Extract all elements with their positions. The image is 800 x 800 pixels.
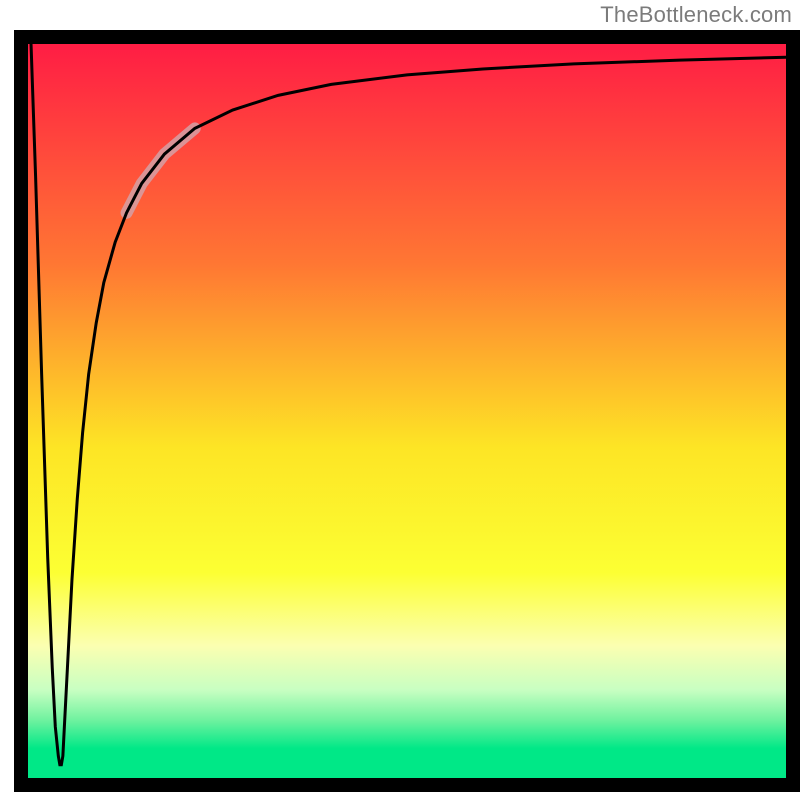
attribution-label: TheBottleneck.com <box>600 2 792 28</box>
bottleneck-chart <box>0 0 800 800</box>
chart-container: TheBottleneck.com <box>0 0 800 800</box>
plot-background <box>28 44 786 778</box>
